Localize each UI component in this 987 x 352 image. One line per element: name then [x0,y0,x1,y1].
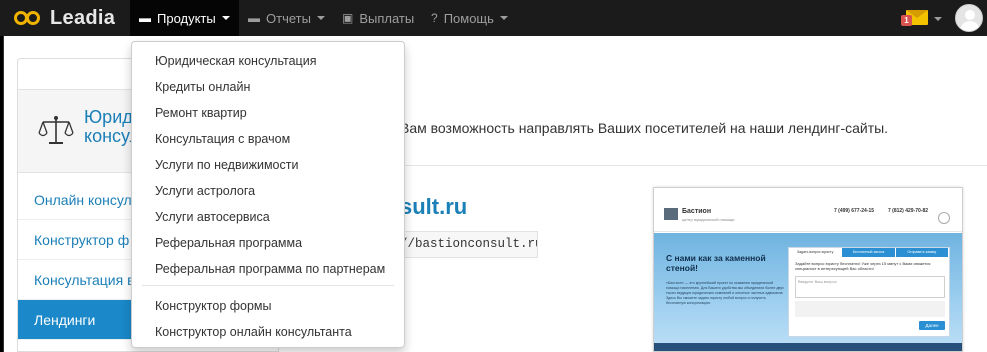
landing-preview[interactable]: Бастион центр юридической помощи 7 (499)… [653,187,963,352]
menu-item-doctor-consultation[interactable]: Консультация с врачом [132,126,404,152]
building-icon [664,208,678,220]
nav-reports[interactable]: ▬ Отчеты [239,0,334,36]
phone-icon [938,212,950,224]
preview-header: Бастион центр юридической помощи 7 (499)… [654,188,962,232]
preview-hero-title: С нами как за каменной стеной! [666,253,766,273]
products-icon: ▬ [139,11,151,25]
chevron-down-icon [499,16,508,20]
infinity-icon [14,11,42,25]
nav-payments-label: Выплаты [359,10,415,26]
menu-item-apartment-repair[interactable]: Ремонт квартир [132,100,404,126]
preview-brand-sub: центр юридической помощи [682,217,735,222]
user-avatar[interactable] [955,4,983,32]
nav-products[interactable]: ▬ Продукты [130,0,239,36]
preview-tabs: Задать вопрос юристу Бесплатный звонок О… [789,248,949,257]
site-url-field[interactable]: //bastionconsult.ru [394,231,538,258]
nav-products-label: Продукты [157,10,216,26]
nav-help-label: Помощь [443,10,494,26]
chevron-down-icon [316,16,325,20]
brand-name: Leadia [50,6,116,29]
lead-text: Вам возможность направлять Ваших посетит… [400,120,889,136]
preview-phone-1: 7 (499) 677-24-15 [834,208,875,214]
menu-item-referral-partners[interactable]: Реферальная программа по партнерам [132,256,404,282]
preview-brand: Бастион [682,208,712,215]
preview-question: Задайте вопрос юристу бесплатно! Уже чер… [795,261,931,271]
preview-hero: С нами как за каменной стеной! «Бастион»… [654,233,962,351]
menu-item-legal-consultation[interactable]: Юридическая консультация [132,48,404,74]
products-dropdown-menu: Юридическая консультация Кредиты онлайн … [131,41,405,348]
help-icon: ? [431,11,438,25]
brand-logo[interactable]: Leadia [14,5,115,31]
preview-footer-strip [654,343,962,351]
preview-next-button: Далее [919,321,945,330]
menu-item-credits-online[interactable]: Кредиты онлайн [132,74,404,100]
preview-tab: Задать вопрос юристу [789,248,843,257]
scales-icon [38,116,74,144]
top-navbar: Leadia ▬ Продукты ▬ Отчеты ▣ Выплаты ? П… [0,0,987,36]
menu-item-real-estate[interactable]: Услуги по недвижимости [132,152,404,178]
reports-icon: ▬ [248,11,260,25]
preview-phone-2: 7 (812) 429-70-82 [888,208,929,214]
payments-icon: ▣ [342,11,354,25]
preview-form: Задать вопрос юристу Бесплатный звонок О… [788,247,950,337]
menu-item-astrologer[interactable]: Услуги астролога [132,178,404,204]
preview-note [795,301,945,317]
mail-count-badge: 1 [901,15,912,26]
preview-textarea: Введите Ваш вопрос [795,276,945,298]
preview-tab: Бесплатный звонок [842,248,896,257]
chevron-down-icon[interactable] [934,17,942,21]
menu-item-form-builder[interactable]: Конструктор формы [132,293,404,319]
preview-hero-text: «Бастион» — это крупнейший проект по ока… [666,281,784,305]
preview-tab: Отправить заявку [895,248,949,257]
menu-item-referral-program[interactable]: Реферальная программа [132,230,404,256]
nav-help[interactable]: ? Помощь [422,0,517,36]
chevron-down-icon [221,16,230,20]
menu-item-car-service[interactable]: Услуги автосервиса [132,204,404,230]
nav-payments[interactable]: ▣ Выплаты [333,0,423,36]
site-title: sult.ru [400,194,468,219]
menu-divider [142,285,394,286]
menu-item-consultant-builder[interactable]: Конструктор онлайн консультанта [132,319,404,345]
nav-reports-label: Отчеты [266,10,311,26]
